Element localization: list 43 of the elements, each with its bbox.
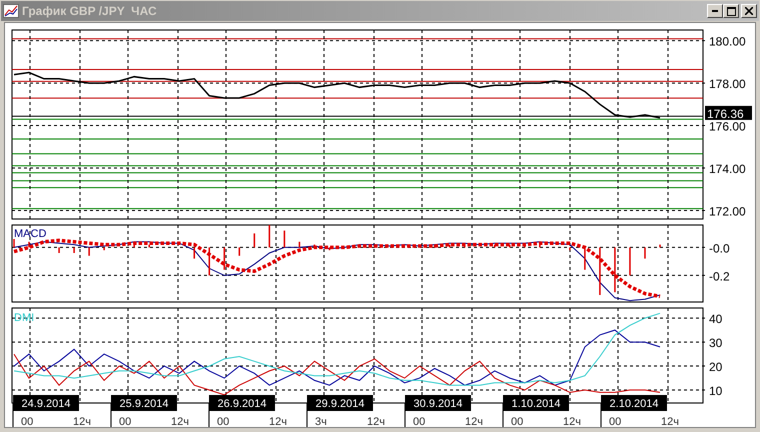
minimize-icon: [712, 10, 718, 12]
axis-label: 30: [709, 336, 722, 350]
axis-label: 20: [709, 360, 722, 374]
date-label: 30.9.2014: [405, 395, 471, 411]
time-label: 12ч: [563, 416, 581, 427]
indicator-label: MACD: [14, 228, 46, 240]
maximize-button[interactable]: [723, 4, 739, 18]
minimize-button[interactable]: [707, 4, 723, 18]
indicator-label: DMI: [14, 312, 34, 324]
date-label: 1.10.2014: [503, 395, 569, 411]
date-label: 26.9.2014: [209, 395, 275, 411]
time-label: 00: [511, 416, 524, 427]
date-label: 24.9.2014: [13, 395, 79, 411]
window-title: График GBP /JPY ЧАС: [22, 4, 158, 18]
time-label: 3ч: [315, 416, 327, 427]
maximize-icon: [726, 6, 736, 16]
chart-icon: [3, 4, 19, 18]
time-label: 12ч: [171, 416, 189, 427]
time-label: 00: [21, 416, 34, 427]
axis-label: 180.00: [709, 34, 746, 49]
date-label: 29.9.2014: [307, 395, 373, 411]
time-label: 00: [119, 416, 132, 427]
time-label: 12ч: [73, 416, 91, 427]
time-label: 12ч: [465, 416, 483, 427]
time-label: 00: [413, 416, 426, 427]
time-label: 00: [217, 416, 230, 427]
price-label: 176.36: [705, 106, 752, 121]
axis-label: 10: [709, 384, 722, 398]
axis-label: -0.2: [709, 269, 730, 284]
time-label: 12ч: [367, 416, 385, 427]
time-label: 00: [609, 416, 622, 427]
axis-label: 40: [709, 312, 722, 326]
time-label: 12ч: [269, 416, 287, 427]
date-label: 25.9.2014: [111, 395, 177, 411]
time-label: 12ч: [661, 416, 679, 427]
axis-label: 172.00: [709, 204, 746, 218]
axis-label: 176.00: [709, 120, 746, 134]
axis-label: -0.0: [709, 241, 730, 256]
axis-label: 178.00: [709, 77, 746, 92]
close-button[interactable]: [741, 4, 757, 18]
date-label: 2.10.2014: [601, 395, 667, 411]
close-icon: [745, 7, 753, 15]
axis-label: 174.00: [709, 162, 746, 176]
